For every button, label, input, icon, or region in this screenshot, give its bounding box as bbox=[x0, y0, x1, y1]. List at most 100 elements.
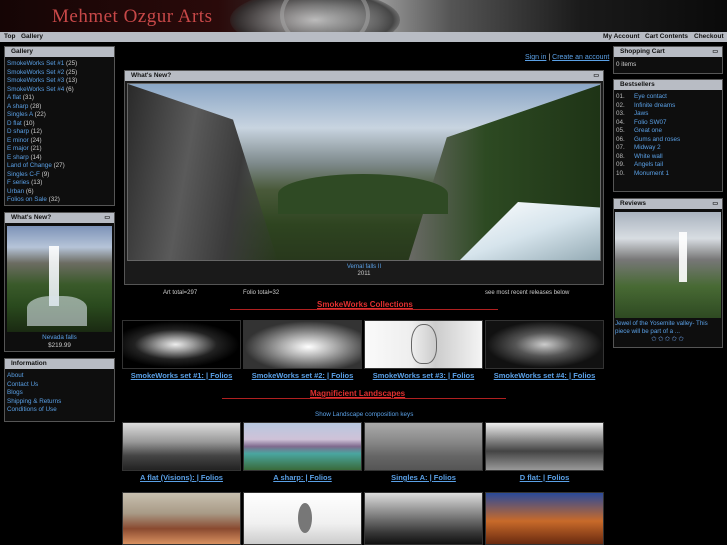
minimize-icon[interactable]: ▭ bbox=[712, 48, 718, 55]
smokeworks-set-link[interactable]: SmokeWorks set #1: bbox=[131, 371, 204, 380]
bestseller-label[interactable]: Monument 1 bbox=[634, 170, 669, 177]
gallery-item[interactable]: A sharp (28) bbox=[7, 103, 112, 112]
gallery-item[interactable]: Land of Change (27) bbox=[7, 162, 112, 171]
nevada-falls-image[interactable] bbox=[7, 226, 112, 332]
landscape-folios-link[interactable]: Folios bbox=[547, 473, 569, 482]
information-link[interactable]: Blogs bbox=[7, 389, 112, 398]
bestseller-label[interactable]: Midway 2 bbox=[634, 144, 661, 151]
gallery-item-label[interactable]: SmokeWorks Set #1 bbox=[7, 60, 64, 67]
site-title[interactable]: Mehmet Ozgur Arts bbox=[52, 6, 212, 28]
bestseller-label[interactable]: Infinite dreams bbox=[634, 102, 675, 109]
smokeworks-3-thumb[interactable] bbox=[364, 320, 483, 369]
bestseller-item[interactable]: 07. Midway 2 bbox=[616, 144, 720, 153]
gallery-item[interactable]: Singles A (22) bbox=[7, 111, 112, 120]
gallery-item[interactable]: F series (13) bbox=[7, 179, 112, 188]
smokeworks-set-link[interactable]: SmokeWorks set #4: bbox=[494, 371, 567, 380]
gallery-item-label[interactable]: E sharp bbox=[7, 154, 29, 161]
review-text[interactable]: Jewel of the Yosemite valley- This piece… bbox=[615, 320, 721, 335]
nevada-falls-link[interactable]: Nevada falls bbox=[5, 334, 114, 341]
landscape-folios-link[interactable]: Folios bbox=[434, 473, 456, 482]
gallery-item[interactable]: E major (21) bbox=[7, 145, 112, 154]
minimize-icon[interactable]: ▭ bbox=[712, 200, 718, 207]
landscape-set-link[interactable]: A sharp: bbox=[273, 473, 303, 482]
landscape-folios-link[interactable]: Folios bbox=[310, 473, 332, 482]
minimize-icon[interactable]: ▭ bbox=[104, 214, 110, 221]
information-link[interactable]: About bbox=[7, 372, 112, 381]
gallery-item-label[interactable]: A sharp bbox=[7, 103, 28, 110]
nav-gallery[interactable]: Gallery bbox=[21, 33, 43, 40]
nav-my-account[interactable]: My Account bbox=[603, 33, 640, 40]
landscape-set-link[interactable]: Singles A: bbox=[391, 473, 427, 482]
gallery-item-label[interactable]: Folios on Sale bbox=[7, 196, 47, 203]
bestseller-item[interactable]: 10. Monument 1 bbox=[616, 170, 720, 179]
gallery-item-label[interactable]: E minor bbox=[7, 137, 29, 144]
smokeworks-2-thumb[interactable] bbox=[243, 320, 362, 369]
gallery-item-label[interactable]: SmokeWorks Set #4 bbox=[7, 86, 64, 93]
gallery-item[interactable]: D flat (10) bbox=[7, 120, 112, 129]
gallery-item[interactable]: SmokeWorks Set #3 (13) bbox=[7, 77, 112, 86]
bestseller-item[interactable]: 01. Eye contact bbox=[616, 93, 720, 102]
singles-a-thumb[interactable] bbox=[364, 422, 483, 471]
nav-top[interactable]: Top bbox=[4, 33, 15, 40]
gallery-item[interactable]: E sharp (14) bbox=[7, 154, 112, 163]
gallery-item-label[interactable]: SmokeWorks Set #2 bbox=[7, 69, 64, 76]
nav-checkout[interactable]: Checkout bbox=[694, 33, 724, 40]
bestseller-label[interactable]: Gums and roses bbox=[634, 136, 680, 143]
information-link[interactable]: Shipping & Returns bbox=[7, 398, 112, 407]
information-link[interactable]: Contact Us bbox=[7, 381, 112, 390]
landscape-keys-link[interactable]: Show Landscape composition keys bbox=[315, 411, 413, 418]
bestseller-label[interactable]: White wall bbox=[634, 153, 663, 160]
gallery-item-label[interactable]: Land of Change bbox=[7, 162, 52, 169]
bestseller-item[interactable]: 02. Infinite dreams bbox=[616, 102, 720, 111]
gallery-item[interactable]: A flat (31) bbox=[7, 94, 112, 103]
bestseller-label[interactable]: Folio SW07 bbox=[634, 119, 667, 126]
smokeworks-set-link[interactable]: SmokeWorks set #3: bbox=[373, 371, 446, 380]
vernal-falls-image[interactable] bbox=[127, 83, 601, 261]
bestseller-item[interactable]: 08. White wall bbox=[616, 153, 720, 162]
gallery-item-label[interactable]: SmokeWorks Set #3 bbox=[7, 77, 64, 84]
bestseller-item[interactable]: 05. Great one bbox=[616, 127, 720, 136]
gallery-item-label[interactable]: Urban bbox=[7, 188, 24, 195]
gallery-item[interactable]: E minor (24) bbox=[7, 137, 112, 146]
bottom-thumb-1[interactable] bbox=[122, 492, 241, 545]
gallery-item[interactable]: SmokeWorks Set #4 (6) bbox=[7, 86, 112, 95]
landscape-folios-link[interactable]: Folios bbox=[201, 473, 223, 482]
gallery-item[interactable]: Urban (6) bbox=[7, 188, 112, 197]
gallery-item-label[interactable]: E major bbox=[7, 145, 29, 152]
bestseller-item[interactable]: 06. Gums and roses bbox=[616, 136, 720, 145]
gallery-item-label[interactable]: D sharp bbox=[7, 128, 29, 135]
gallery-item-label[interactable]: Singles A bbox=[7, 111, 33, 118]
smokeworks-folios-link[interactable]: Folios bbox=[573, 371, 595, 380]
bestseller-label[interactable]: Jaws bbox=[634, 110, 648, 117]
bestseller-label[interactable]: Angels tail bbox=[634, 161, 663, 168]
bestseller-label[interactable]: Eye contact bbox=[634, 93, 667, 100]
smokeworks-folios-link[interactable]: Folios bbox=[452, 371, 474, 380]
vernal-falls-link[interactable]: Vernal falls II bbox=[125, 264, 603, 270]
bottom-thumb-2[interactable] bbox=[243, 492, 362, 545]
bestseller-item[interactable]: 09. Angels tail bbox=[616, 161, 720, 170]
nav-cart-contents[interactable]: Cart Contents bbox=[645, 33, 688, 40]
smokeworks-folios-link[interactable]: Folios bbox=[210, 371, 232, 380]
landscape-set-link[interactable]: D flat: bbox=[520, 473, 541, 482]
landscapes-section-title[interactable]: Magnificient Landscapes bbox=[310, 389, 405, 398]
bestseller-item[interactable]: 04. Folio SW07 bbox=[616, 119, 720, 128]
gallery-item-label[interactable]: D flat bbox=[7, 120, 22, 127]
smokeworks-folios-link[interactable]: Folios bbox=[331, 371, 353, 380]
information-link[interactable]: Conditions of Use bbox=[7, 406, 112, 415]
sign-in-link[interactable]: Sign in bbox=[525, 54, 546, 61]
landscape-set-link[interactable]: A flat (Visions): bbox=[140, 473, 195, 482]
gallery-item[interactable]: Singles C-F (9) bbox=[7, 171, 112, 180]
minimize-icon[interactable]: ▭ bbox=[593, 72, 599, 79]
smokeworks-section-title[interactable]: SmokeWorks Collections bbox=[317, 300, 413, 309]
bottom-thumb-4[interactable] bbox=[485, 492, 604, 545]
bestseller-item[interactable]: 03. Jaws bbox=[616, 110, 720, 119]
review-image[interactable] bbox=[615, 212, 721, 318]
gallery-item-label[interactable]: Singles C-F bbox=[7, 171, 40, 178]
smokeworks-4-thumb[interactable] bbox=[485, 320, 604, 369]
gallery-item[interactable]: SmokeWorks Set #1 (25) bbox=[7, 60, 112, 69]
gallery-item[interactable]: Folios on Sale (32) bbox=[7, 196, 112, 205]
a-flat-thumb[interactable] bbox=[122, 422, 241, 471]
gallery-item[interactable]: D sharp (12) bbox=[7, 128, 112, 137]
smokeworks-set-link[interactable]: SmokeWorks set #2: bbox=[252, 371, 325, 380]
bottom-thumb-3[interactable] bbox=[364, 492, 483, 545]
